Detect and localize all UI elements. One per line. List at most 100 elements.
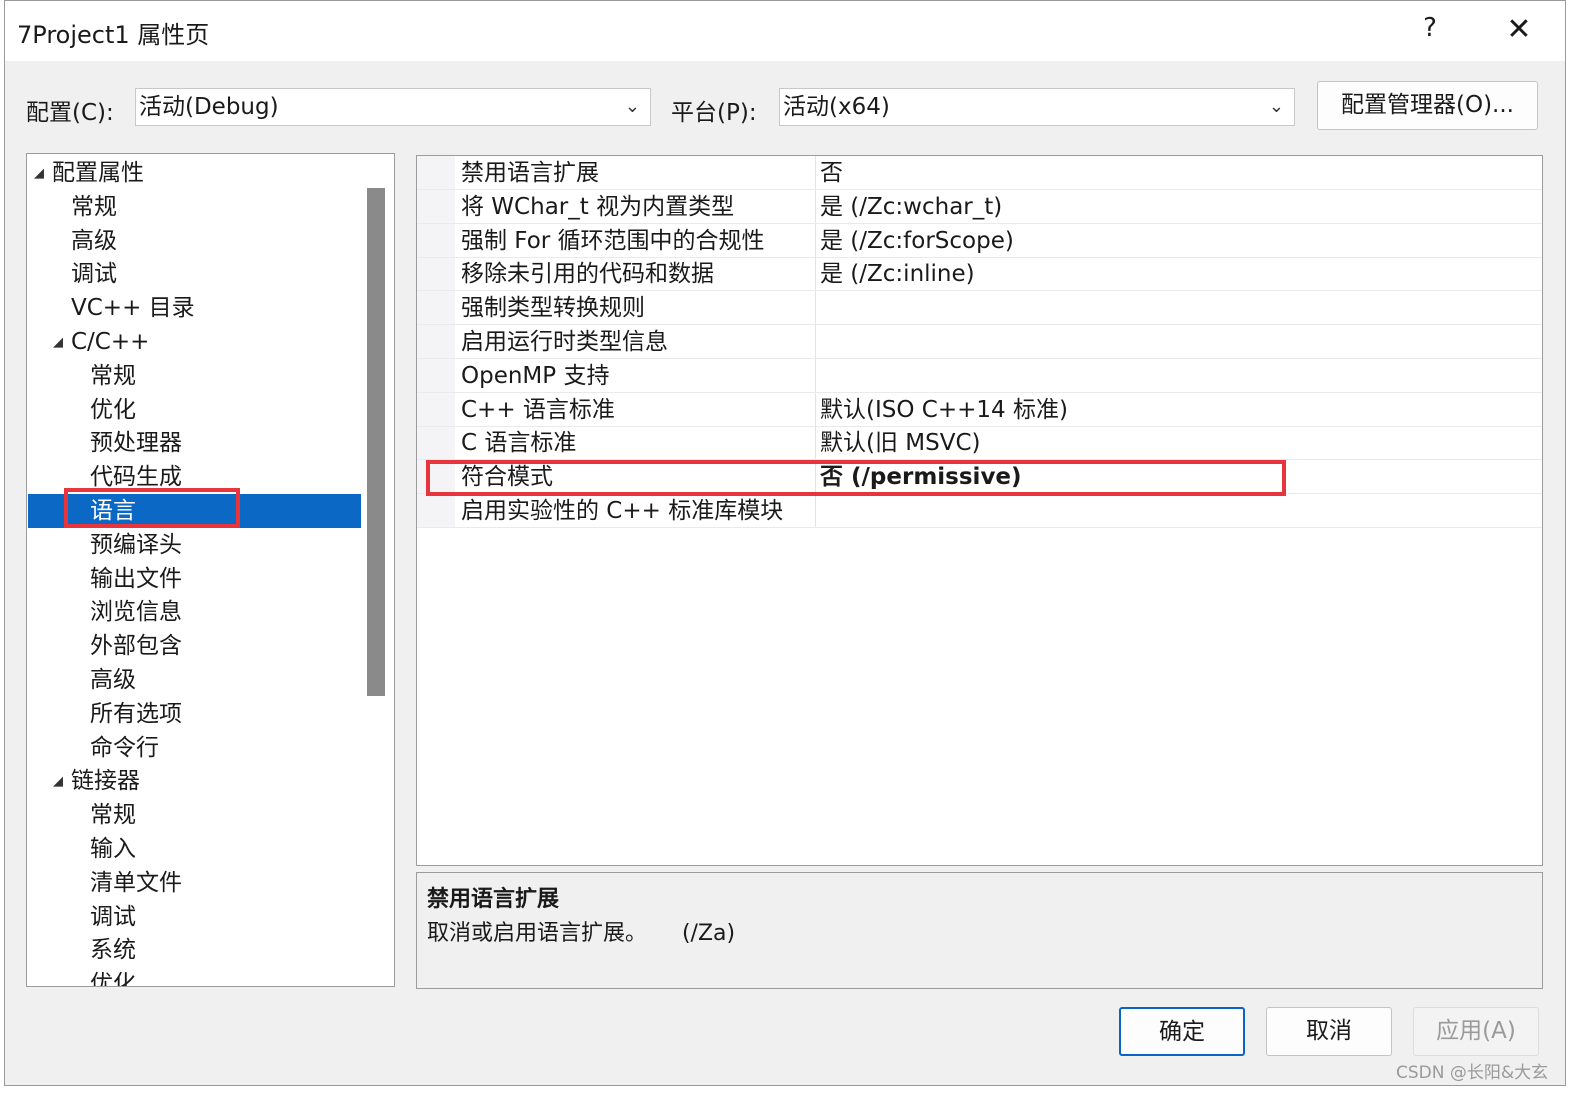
tree-item[interactable]: 预处理器 — [28, 426, 361, 460]
expand-triangle-icon[interactable]: ◢ — [53, 765, 63, 799]
tree-item[interactable]: 系统 — [28, 933, 361, 967]
chevron-down-icon: ⌄ — [1268, 96, 1284, 117]
tree-item-label: 所有选项 — [90, 700, 182, 727]
description-panel: 禁用语言扩展 取消或启用语言扩展。 (/Za) — [416, 872, 1543, 989]
apply-button[interactable]: 应用(A) — [1413, 1007, 1539, 1056]
property-name: C++ 语言标准 — [461, 396, 615, 423]
tree-item[interactable]: 外部包含 — [28, 629, 361, 663]
tree-item[interactable]: VC++ 目录 — [28, 291, 361, 325]
config-manager-button[interactable]: 配置管理器(O)... — [1317, 81, 1538, 130]
property-row[interactable]: 移除未引用的代码和数据 是 (/Zc:inline) — [417, 257, 1542, 292]
tree-item-label: 调试 — [71, 261, 117, 288]
tree-item[interactable]: ◢ 配置属性 — [28, 156, 361, 190]
expand-triangle-icon[interactable]: ◢ — [34, 157, 44, 191]
platform-label: 平台(P): — [671, 100, 757, 126]
property-name: 强制 For 循环范围中的合规性 — [461, 227, 765, 254]
property-row[interactable]: 禁用语言扩展 否 — [417, 156, 1542, 190]
column-separator — [815, 392, 816, 426]
column-separator — [815, 426, 816, 460]
tree-item[interactable]: ◢ C/C++ — [28, 325, 361, 359]
tree-item[interactable]: 常规 — [28, 190, 361, 224]
property-name: 启用运行时类型信息 — [461, 329, 668, 355]
description-text: 取消或启用语言扩展。 (/Za) — [427, 921, 736, 946]
tree-item-label: 外部包含 — [90, 633, 182, 660]
tree-item-label: 输出文件 — [90, 565, 182, 592]
column-separator — [815, 156, 816, 189]
tree-item[interactable]: 输出文件 — [28, 562, 361, 596]
property-value[interactable]: 是 (/Zc:inline) — [820, 257, 975, 290]
tree-item[interactable]: 清单文件 — [28, 866, 361, 900]
tree-item[interactable]: 调试 — [28, 900, 361, 934]
tree-item[interactable]: 优化 — [28, 967, 361, 986]
config-dropdown[interactable]: 活动(Debug) ⌄ — [135, 88, 651, 126]
column-separator — [815, 358, 816, 392]
platform-dropdown[interactable]: 活动(x64) ⌄ — [779, 88, 1295, 126]
tree-item-label: 优化 — [90, 396, 136, 423]
tree-item-label: VC++ 目录 — [71, 295, 195, 322]
tree-item[interactable]: 预编译头 — [28, 528, 361, 562]
settings-tree: ◢ 配置属性 常规 高级 调试 VC++ 目录 ◢ C/C++ 常规 优化 预处理器 代码生成 语言 预编… — [26, 153, 395, 987]
property-row[interactable]: C 语言标准 默认(旧 MSVC) — [417, 426, 1542, 461]
tree-item-label: 预编译头 — [90, 531, 182, 558]
property-name: 将 WChar_t 视为内置类型 — [461, 193, 735, 220]
highlight-box-permissive-row — [426, 460, 1286, 496]
property-grid: 禁用语言扩展否将 WChar_t 视为内置类型是 (/Zc:wchar_t) 强制… — [416, 155, 1543, 866]
tree-item[interactable]: 高级 — [28, 663, 361, 697]
property-row[interactable]: 强制 For 循环范围中的合规性 是 (/Zc:forScope) — [417, 223, 1542, 258]
tree-item[interactable]: 输入 — [28, 832, 361, 866]
tree-item-label: 链接器 — [71, 768, 140, 795]
property-row[interactable]: 启用实验性的 C++ 标准库模块 — [417, 494, 1542, 528]
window-title: 7Project1 属性页 — [17, 21, 210, 49]
platform-dropdown-value: 活动(x64) — [783, 94, 890, 120]
property-pages-dialog: 7Project1 属性页 ? ✕ 配置(C): 活动(Debug) ⌄ 平台(… — [4, 0, 1566, 1086]
ok-button[interactable]: 确定 — [1119, 1007, 1245, 1056]
tree-item[interactable]: 调试 — [28, 257, 361, 291]
tree-item[interactable]: 所有选项 — [28, 697, 361, 731]
tree-item-label: 清单文件 — [90, 869, 182, 896]
tree-item[interactable]: 常规 — [28, 798, 361, 832]
chevron-down-icon: ⌄ — [624, 96, 640, 117]
column-separator — [815, 325, 816, 358]
tree-item-label: 预处理器 — [90, 430, 182, 457]
tree-item-label: 系统 — [90, 937, 136, 964]
column-separator — [815, 257, 816, 291]
property-name: 启用实验性的 C++ 标准库模块 — [461, 498, 784, 524]
column-separator — [815, 494, 816, 527]
tree-scrollbar-thumb[interactable] — [367, 188, 385, 696]
property-name: 强制类型转换规则 — [461, 295, 645, 322]
tree-item[interactable]: 浏览信息 — [28, 595, 361, 629]
property-row[interactable]: 将 WChar_t 视为内置类型 是 (/Zc:wchar_t) — [417, 189, 1542, 224]
tree-item-label: 高级 — [90, 667, 136, 693]
property-value[interactable]: 默认(ISO C++14 标准) — [820, 393, 1068, 426]
property-name: 移除未引用的代码和数据 — [461, 261, 714, 288]
column-separator — [815, 189, 816, 223]
tree-item[interactable]: 优化 — [28, 393, 361, 427]
help-button[interactable]: ? — [1415, 13, 1445, 47]
property-row[interactable]: 启用运行时类型信息 — [417, 325, 1542, 359]
property-value[interactable]: 是 (/Zc:forScope) — [820, 224, 1014, 257]
property-value[interactable]: 默认(旧 MSVC) — [820, 426, 981, 459]
close-button[interactable]: ✕ — [1501, 13, 1537, 49]
tree-item-label: 常规 — [90, 362, 136, 389]
tree-item[interactable]: ◢ 链接器 — [28, 764, 361, 798]
expand-triangle-icon[interactable]: ◢ — [53, 326, 63, 360]
property-row[interactable]: C++ 语言标准 默认(ISO C++14 标准) — [417, 392, 1542, 427]
property-name: 禁用语言扩展 — [461, 160, 599, 186]
title-bar: 7Project1 属性页 ? ✕ — [5, 1, 1565, 61]
cancel-button[interactable]: 取消 — [1266, 1007, 1392, 1056]
property-value[interactable]: 否 — [820, 156, 843, 189]
tree-item-label: 命令行 — [90, 734, 159, 761]
property-name: C 语言标准 — [461, 430, 577, 457]
tree-item-label: 常规 — [90, 802, 136, 829]
tree-item[interactable]: 命令行 — [28, 731, 361, 765]
tree-item-label: 常规 — [71, 193, 117, 220]
tree-item[interactable]: 高级 — [28, 224, 361, 258]
tree-item-label: 调试 — [90, 903, 136, 930]
property-row[interactable]: 强制类型转换规则 — [417, 291, 1542, 326]
highlight-box-tree-language — [64, 488, 240, 528]
tree-item[interactable]: 常规 — [28, 359, 361, 393]
property-value[interactable]: 是 (/Zc:wchar_t) — [820, 190, 1002, 223]
property-row[interactable]: OpenMP 支持 — [417, 358, 1542, 393]
column-separator — [815, 223, 816, 257]
column-separator — [815, 291, 816, 325]
